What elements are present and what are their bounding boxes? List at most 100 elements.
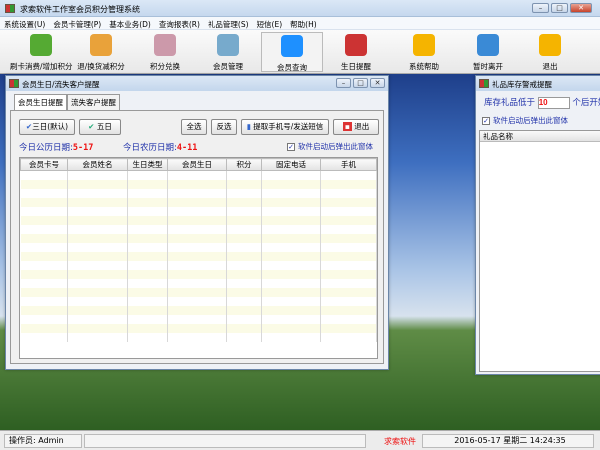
table-row — [20, 251, 377, 261]
minimize-button[interactable]: – — [532, 3, 549, 13]
exit-button[interactable]: ▪ 退出 — [333, 119, 379, 135]
table-cell — [127, 233, 168, 243]
select-all-button[interactable]: 全选 — [181, 119, 207, 135]
lock-icon — [477, 34, 499, 56]
menu-member-card[interactable]: 会员卡管理(P) — [49, 17, 105, 29]
menu-reports[interactable]: 查询报表(R) — [155, 17, 204, 29]
toolbar-button-card-consume[interactable]: 刷卡消费/增加积分 — [10, 32, 73, 72]
table-cell — [320, 206, 377, 216]
table-cell — [320, 296, 377, 306]
popup-on-start-checkbox[interactable]: ✓ 软件启动后弹出此窗体 — [287, 141, 373, 152]
table-cell — [20, 188, 68, 198]
table-cell — [167, 287, 227, 297]
invert-selection-button[interactable]: 反选 — [211, 119, 237, 135]
table-cell — [67, 179, 128, 189]
toolbar-button-help[interactable]: 系统帮助 — [393, 32, 455, 72]
table-cell — [127, 251, 168, 261]
toolbar-button-member-manage[interactable]: 会员管理 — [197, 32, 259, 72]
toolbar-button-lock[interactable]: 暂时离开 — [457, 32, 519, 72]
table-cell — [127, 260, 168, 270]
table-cell — [261, 233, 321, 243]
table-cell — [320, 269, 377, 279]
toolbar-button-birthday[interactable]: 生日提醒 — [325, 32, 387, 72]
child-minimize-button[interactable]: – — [336, 78, 351, 88]
column-header[interactable]: 手机 — [320, 158, 377, 171]
table-cell — [20, 197, 68, 207]
table-cell — [261, 314, 321, 324]
child-close-button[interactable]: ✕ — [370, 78, 385, 88]
child-maximize-button[interactable]: □ — [353, 78, 368, 88]
birthday-tab-panel: ✔三日(默认) ✔ 五日 全选 反选 ▮ 提取手机号/发送短信 ▪ 退出 今日公… — [10, 110, 384, 364]
column-header[interactable]: 积分 — [226, 158, 262, 171]
table-cell — [67, 224, 128, 234]
column-header[interactable]: 固定电话 — [261, 158, 321, 171]
table-cell — [67, 242, 128, 252]
table-cell — [226, 260, 262, 270]
table-cell — [226, 206, 262, 216]
table-cell — [20, 269, 68, 279]
column-header[interactable]: 会员姓名 — [67, 158, 128, 171]
gift-name-column-header[interactable]: 礼品名称 — [480, 131, 600, 142]
window-icon — [479, 79, 489, 88]
maximize-button[interactable]: □ — [551, 3, 568, 13]
five-days-button[interactable]: ✔ 五日 — [79, 119, 121, 135]
column-header[interactable]: 生日类型 — [127, 158, 168, 171]
table-cell — [67, 197, 128, 207]
table-cell — [261, 296, 321, 306]
status-bar: 操作员: Admin 求索软件 2016-05-17 星期二 14:24:35 — [0, 430, 600, 450]
table-cell — [167, 224, 227, 234]
table-row — [20, 278, 377, 288]
gift-table[interactable]: 礼品名称 — [479, 130, 600, 372]
menu-sms[interactable]: 短信(E) — [253, 17, 287, 29]
tab-member-birthday[interactable]: 会员生日提醒 — [14, 94, 67, 111]
toolbar-button-exit[interactable]: 退出 — [519, 32, 581, 72]
table-cell — [226, 305, 262, 315]
menu-gifts[interactable]: 礼品管理(S) — [204, 17, 253, 29]
title-bar: 求索软件工作室会员积分管理系统 – □ ✕ — [0, 0, 600, 17]
table-cell — [67, 215, 128, 225]
gift-popup-checkbox[interactable]: ✓ 软件启动后弹出此窗体 — [482, 115, 568, 126]
menu-system[interactable]: 系统设置(U) — [0, 17, 49, 29]
table-cell — [127, 170, 168, 180]
table-cell — [320, 305, 377, 315]
close-button[interactable]: ✕ — [570, 3, 592, 13]
member-manage-icon — [217, 34, 239, 56]
table-row — [20, 287, 377, 297]
table-cell — [261, 188, 321, 198]
menu-business[interactable]: 基本业务(D) — [105, 17, 155, 29]
table-cell — [226, 323, 262, 333]
toolbar-button-label: 退/换货减积分 — [77, 62, 125, 71]
toolbar-button-search[interactable]: 会员查询 — [261, 32, 323, 72]
table-row — [20, 188, 377, 198]
table-cell — [127, 278, 168, 288]
table-cell — [226, 188, 262, 198]
table-cell — [261, 332, 321, 342]
help-icon — [413, 34, 435, 56]
birthday-window-titlebar: 会员生日/流失客户提醒 – □ ✕ — [6, 76, 388, 91]
column-header[interactable]: 会员生日 — [167, 158, 227, 171]
table-cell — [167, 215, 227, 225]
toolbar-button-points-exchange[interactable]: 积分兑换 — [134, 32, 196, 72]
tab-lost-customers[interactable]: 流失客户提醒 — [67, 94, 120, 110]
table-cell — [67, 269, 128, 279]
table-row — [20, 323, 377, 333]
three-days-button[interactable]: ✔三日(默认) — [19, 119, 75, 135]
stock-threshold-row: 库存礼品低于 个后开始 — [484, 96, 600, 109]
gift-window-titlebar: 礼品库存警戒提醒 — [476, 76, 600, 91]
table-cell — [261, 260, 321, 270]
toolbar-button-label: 会员查询 — [277, 63, 307, 72]
send-sms-button[interactable]: ▮ 提取手机号/发送短信 — [241, 119, 329, 135]
table-cell — [20, 170, 68, 180]
toolbar-button-return-goods[interactable]: 退/换货减积分 — [70, 32, 132, 72]
table-cell — [20, 278, 68, 288]
gift-stock-warning-window: 礼品库存警戒提醒 库存礼品低于 个后开始 ✓软件启动后弹出此窗体 礼品名称 — [475, 75, 600, 375]
birthday-icon — [345, 34, 367, 56]
stock-threshold-input[interactable] — [537, 96, 570, 109]
birthday-table[interactable]: 会员卡号 会员姓名 生日类型 会员生日 积分 固定电话 手机 — [19, 157, 378, 359]
menu-help[interactable]: 帮助(H) — [286, 17, 321, 29]
table-cell — [167, 296, 227, 306]
table-cell — [261, 170, 321, 180]
table-cell — [226, 215, 262, 225]
column-header[interactable]: 会员卡号 — [20, 158, 68, 171]
table-cell — [226, 179, 262, 189]
